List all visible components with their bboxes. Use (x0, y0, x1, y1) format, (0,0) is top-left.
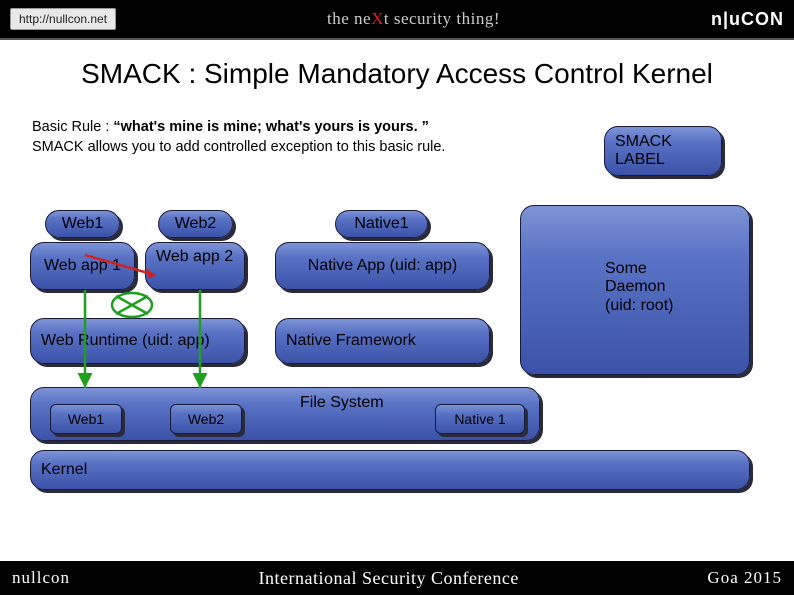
header-url: http://nullcon.net (10, 8, 116, 30)
slide-title: SMACK : Simple Mandatory Access Control … (0, 58, 794, 90)
smack-label-line2: LABEL (615, 151, 672, 169)
some-daemon-l2: Daemon (605, 278, 673, 296)
some-daemon-text: Some Daemon (uid: root) (605, 260, 673, 315)
fs-web1-stack: Web1 (50, 404, 122, 434)
footer-center: International Security Conference (70, 568, 707, 589)
architecture-diagram: Web1 Web2 Native1 Daemon Web app 1 Web a… (30, 210, 770, 530)
smack-label-line1: SMACK (615, 133, 672, 151)
native-app-box: Native App (uid: app) (275, 242, 490, 290)
tagline-post: t security thing! (384, 9, 500, 28)
rule-line1-bold: “what's mine is mine; what's yours is yo… (113, 119, 429, 135)
web-runtime-box: Web Runtime (uid: app) (30, 318, 245, 364)
web2-tag: Web2 (158, 210, 233, 238)
native-framework-box: Native Framework (275, 318, 490, 364)
fs-web2-stack: Web2 (170, 404, 242, 434)
web-app-1-box: Web app 1 (30, 242, 135, 290)
header-logo: n|uCON (711, 9, 784, 30)
footer-left: nullcon (12, 568, 70, 588)
footer-right: Goa 2015 (707, 568, 782, 588)
header-bar: http://nullcon.net the neXt security thi… (0, 0, 794, 40)
native1-tag: Native1 (335, 210, 428, 238)
rule-line1-pre: Basic Rule : (32, 119, 113, 135)
tagline-x: X (371, 9, 384, 28)
web-app-2-text: Web app 2 (156, 249, 233, 266)
web-app-2-box: Web app 2 (145, 242, 245, 290)
blocked-cross-icon (110, 290, 154, 320)
fs-native1-stack: Native 1 (435, 404, 525, 434)
some-daemon-l1: Some (605, 260, 673, 278)
file-system-label: File System (300, 394, 384, 412)
rule-line2: SMACK allows you to add controlled excep… (32, 138, 445, 158)
basic-rule-text: Basic Rule : “what's mine is mine; what'… (32, 118, 445, 157)
some-daemon-l3: (uid: root) (605, 297, 673, 315)
footer-bar: nullcon International Security Conferenc… (0, 561, 794, 595)
smack-label-box: SMACK LABEL (604, 126, 722, 176)
header-tagline: the neXt security thing! (116, 9, 711, 29)
tagline-pre: the ne (327, 9, 371, 28)
kernel-box: Kernel (30, 450, 750, 490)
web1-tag: Web1 (45, 210, 120, 238)
